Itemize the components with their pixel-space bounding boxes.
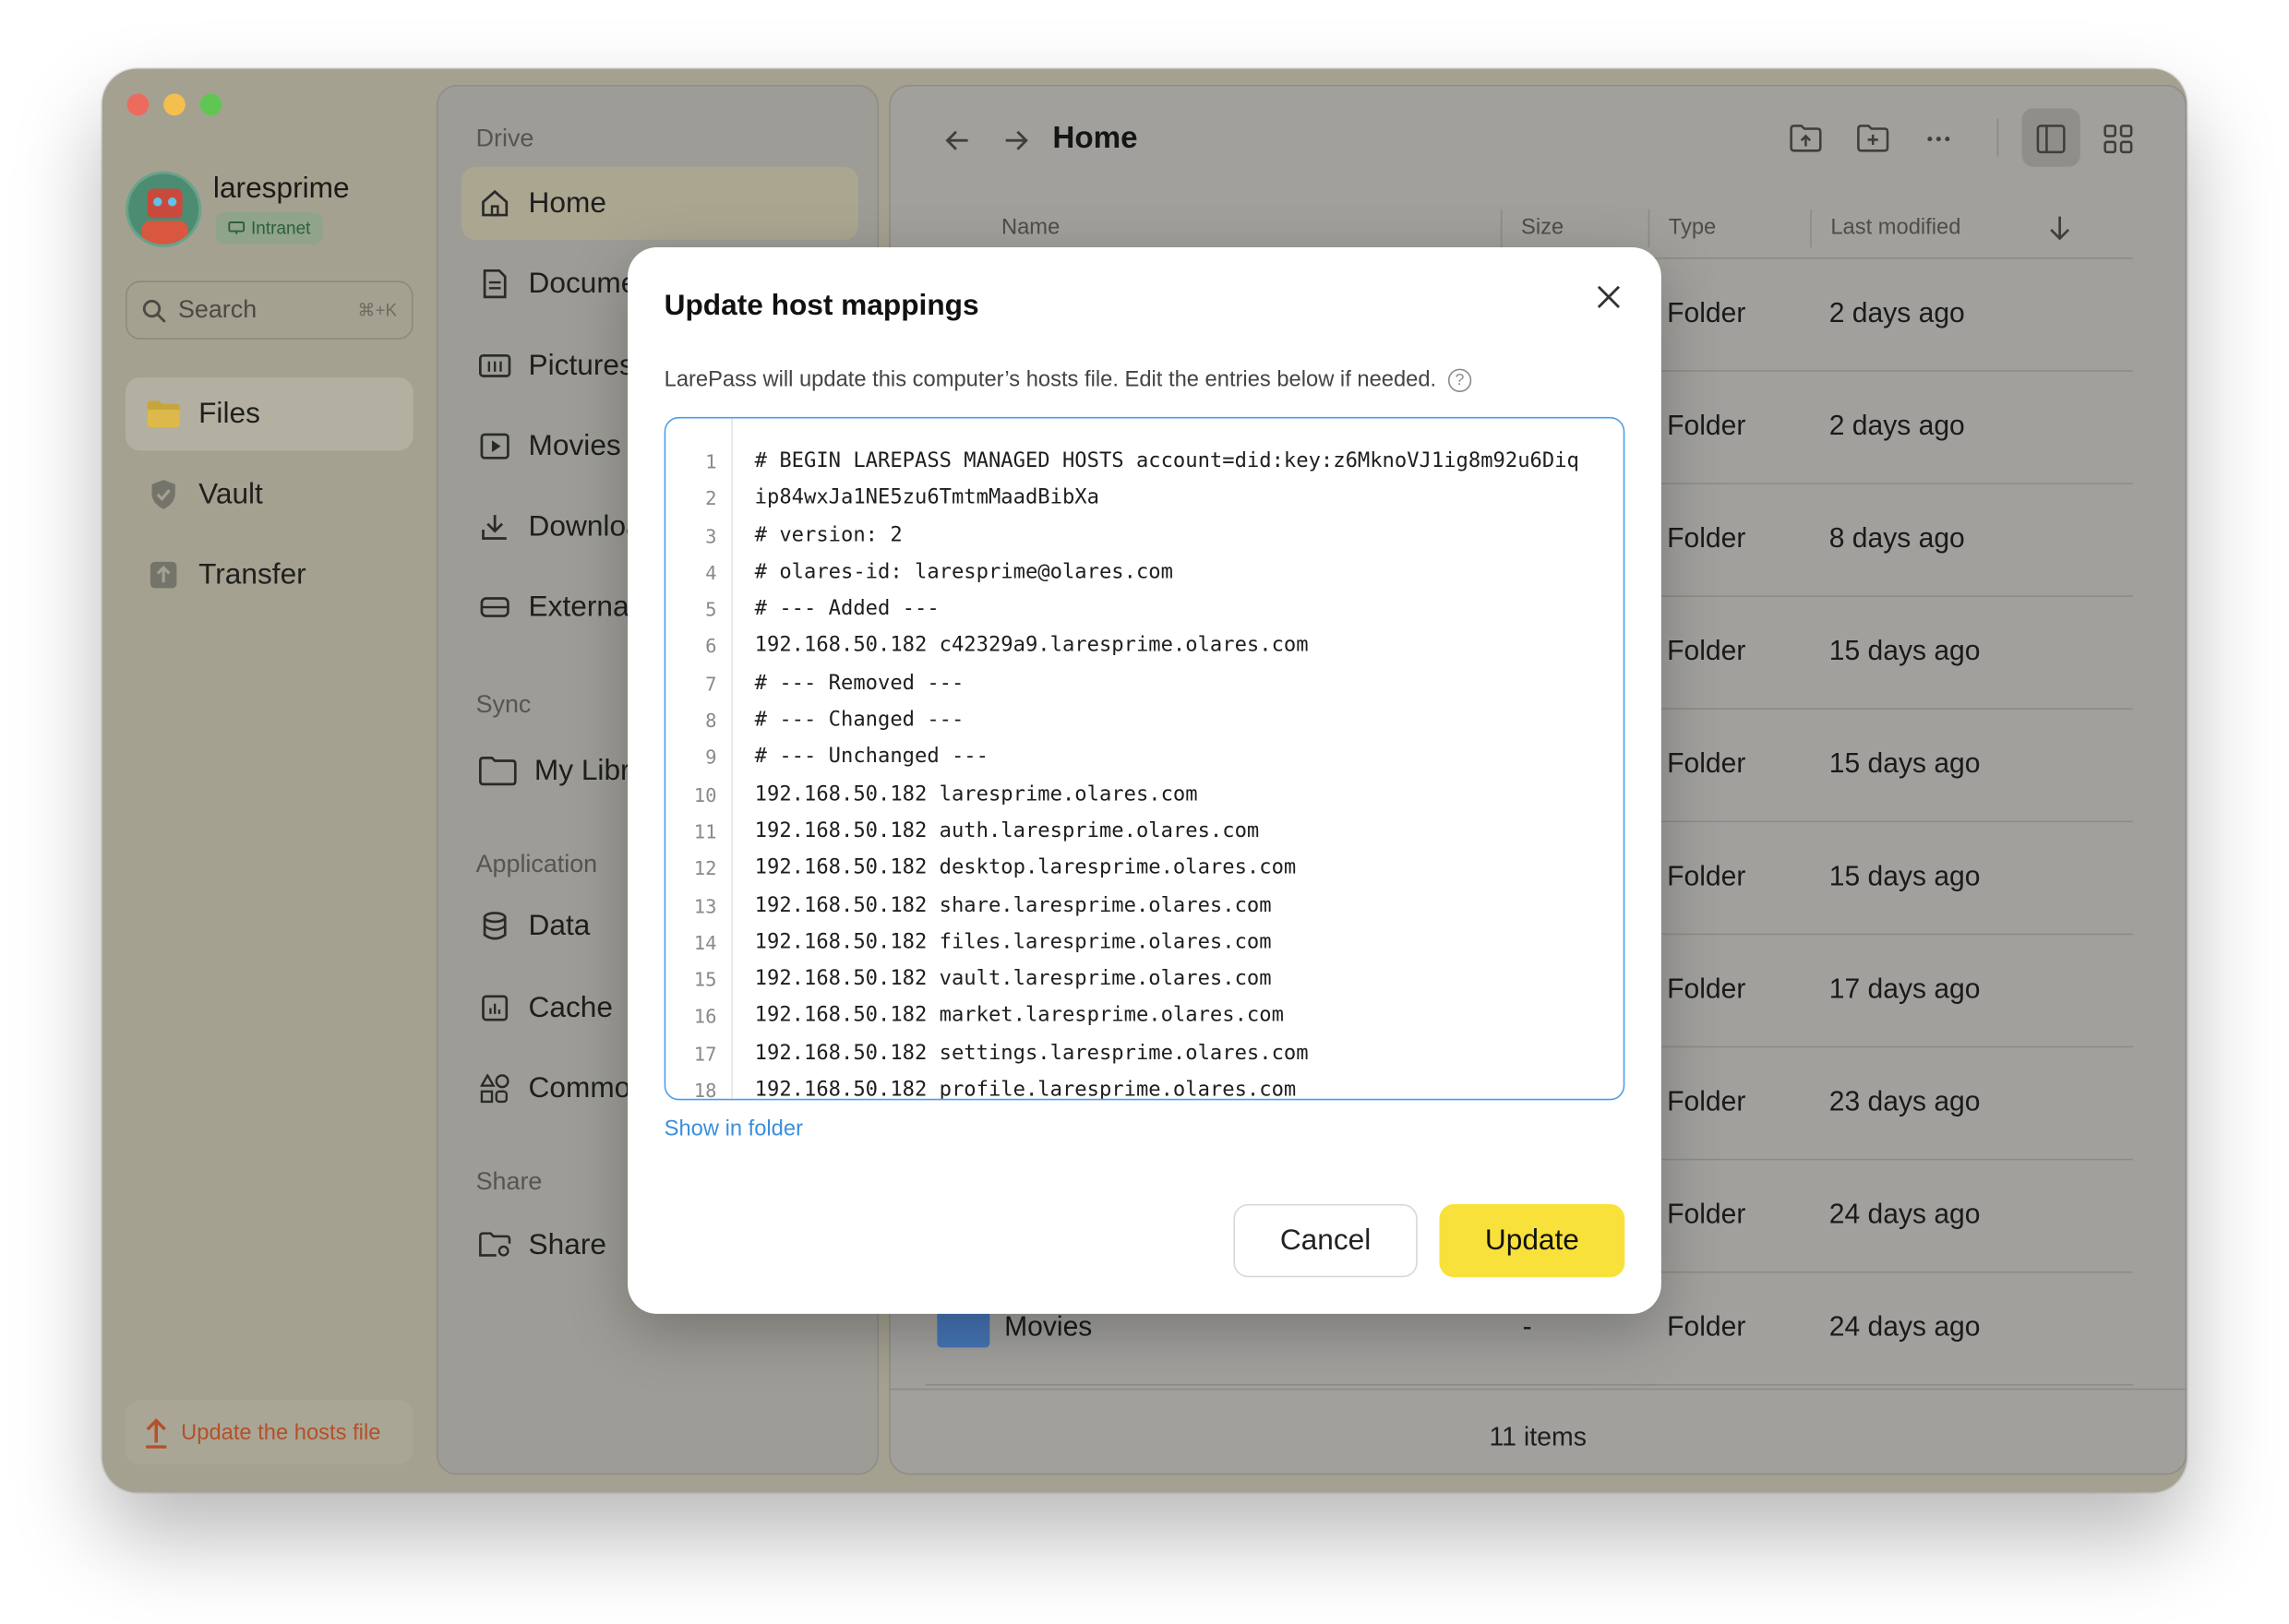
update-host-mappings-dialog: Update host mappings LarePass will updat…: [628, 246, 1661, 1314]
line-number: 18: [693, 1081, 717, 1101]
line-number: 9: [705, 747, 717, 770]
line-number: 11: [693, 822, 717, 844]
dialog-description: LarePass will update this computer’s hos…: [664, 366, 1472, 392]
help-icon[interactable]: ?: [1447, 367, 1472, 392]
line-number: 10: [693, 784, 717, 807]
dialog-description-text: LarePass will update this computer’s hos…: [664, 366, 1437, 392]
code-lines: 1 # BEGIN LAREPASS MANAGED HOSTS account=…: [665, 447, 1624, 1101]
code-line: 12 192.168.50.182 desktop.laresprime.olar…: [665, 854, 1624, 890]
line-number: 7: [705, 674, 717, 697]
line-number: 12: [693, 859, 717, 881]
line-text: # BEGIN LAREPASS MANAGED HOSTS account=d…: [754, 448, 1579, 473]
line-text: 192.168.50.182 desktop.laresprime.olares…: [754, 855, 1297, 880]
code-line: 18 192.168.50.182 profile.laresprime.olar…: [665, 1075, 1624, 1101]
line-number: 5: [705, 600, 717, 623]
line-text: 192.168.50.182 market.laresprime.olares.…: [754, 1004, 1284, 1028]
line-text: # olares-id: laresprime@olares.com: [754, 560, 1173, 584]
line-text: 192.168.50.182 settings.laresprime.olare…: [754, 1041, 1309, 1065]
line-text: # --- Changed ---: [754, 708, 965, 732]
line-text: # --- Removed ---: [754, 671, 965, 695]
code-line: 16 192.168.50.182 market.laresprime.olare…: [665, 1001, 1624, 1038]
line-text: ip84wxJa1NE5zu6TmtmMaadBibXa: [754, 485, 1099, 510]
close-icon[interactable]: [1591, 280, 1626, 315]
line-text: 192.168.50.182 share.laresprime.olares.c…: [754, 893, 1272, 917]
code-line: 9 # --- Unchanged ---: [665, 742, 1624, 779]
line-text: 192.168.50.182 profile.laresprime.olares…: [754, 1078, 1297, 1101]
line-number: 8: [705, 710, 717, 734]
line-text: 192.168.50.182 c42329a9.laresprime.olare…: [754, 634, 1309, 658]
line-number: 15: [693, 970, 717, 993]
line-number: 2: [705, 489, 717, 511]
code-line: 2 ip84wxJa1NE5zu6TmtmMaadBibXa: [665, 484, 1624, 520]
line-number: 16: [693, 1007, 717, 1030]
code-line: 14 192.168.50.182 files.laresprime.olares…: [665, 927, 1624, 964]
line-number: 3: [705, 526, 717, 548]
line-text: # --- Added ---: [754, 597, 940, 621]
code-line: 15 192.168.50.182 vault.laresprime.olares…: [665, 964, 1624, 1001]
line-text: 192.168.50.182 vault.laresprime.olares.c…: [754, 967, 1272, 991]
line-number: 13: [693, 896, 717, 919]
code-line: 10 192.168.50.182 laresprime.olares.com: [665, 780, 1624, 817]
code-line: 6 192.168.50.182 c42329a9.laresprime.olar…: [665, 631, 1624, 668]
update-button[interactable]: Update: [1439, 1203, 1625, 1278]
code-line: 11 192.168.50.182 auth.laresprime.olares.…: [665, 817, 1624, 854]
line-text: # --- Unchanged ---: [754, 745, 989, 770]
code-line: 1 # BEGIN LAREPASS MANAGED HOSTS account=…: [665, 447, 1624, 484]
cancel-button[interactable]: Cancel: [1233, 1203, 1418, 1278]
hosts-editor[interactable]: 1 # BEGIN LAREPASS MANAGED HOSTS account=…: [664, 416, 1625, 1101]
dialog-title: Update host mappings: [664, 289, 979, 322]
line-number: 14: [693, 933, 717, 956]
code-line: 7 # --- Removed ---: [665, 668, 1624, 705]
line-number: 17: [693, 1044, 717, 1067]
code-line: 4 # olares-id: laresprime@olares.com: [665, 557, 1624, 594]
code-line: 5 # --- Added ---: [665, 594, 1624, 631]
line-text: 192.168.50.182 files.laresprime.olares.c…: [754, 930, 1272, 954]
line-number: 1: [705, 451, 717, 474]
line-number: 6: [705, 637, 717, 660]
line-number: 4: [705, 563, 717, 586]
code-line: 8 # --- Changed ---: [665, 705, 1624, 742]
line-text: # version: 2: [754, 523, 903, 547]
show-in-folder-link[interactable]: Show in folder: [665, 1116, 803, 1141]
code-line: 3 # version: 2: [665, 520, 1624, 557]
code-line: 17 192.168.50.182 settings.laresprime.ola…: [665, 1038, 1624, 1075]
line-text: 192.168.50.182 auth.laresprime.olares.co…: [754, 818, 1260, 843]
line-text: 192.168.50.182 laresprime.olares.com: [754, 782, 1198, 806]
code-line: 13 192.168.50.182 share.laresprime.olares…: [665, 890, 1624, 927]
screen: laresprime Intranet Search ⌘+K Files Vau…: [0, 0, 2289, 1624]
